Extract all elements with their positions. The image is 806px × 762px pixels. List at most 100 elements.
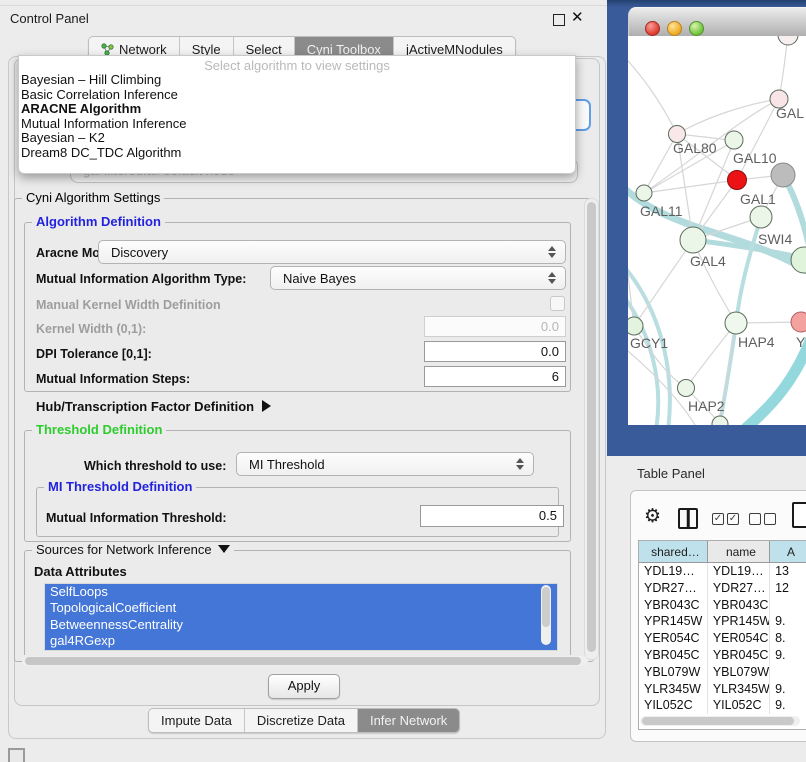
node-attribute-table[interactable]: shared…nameAYDL19…YDL19…13YDR27…YDR27…12…	[638, 540, 806, 730]
select-all-check-icon[interactable]: ✓	[727, 513, 739, 525]
mi-threshold-field[interactable]: 0.5	[420, 505, 564, 527]
float-panel-icon[interactable]	[553, 14, 565, 26]
aracne-mode-value: Discovery	[99, 245, 543, 260]
table-row[interactable]: YLR345WYLR345W9.	[639, 681, 806, 698]
zoom-window-button[interactable]	[689, 21, 704, 36]
network-icon	[101, 43, 114, 56]
attribute-item[interactable]: TopologicalCoefficient	[45, 600, 557, 616]
table-row[interactable]: YDL19…YDL19…13	[639, 563, 806, 580]
network-edge[interactable]	[628, 54, 677, 134]
deselect-all-box-icon[interactable]	[764, 513, 776, 525]
split-view-icon[interactable]	[678, 508, 698, 529]
close-window-button[interactable]	[645, 21, 660, 36]
hub-definition-toggle[interactable]: Hub/Transcription Factor Definition	[36, 399, 271, 414]
network-edge[interactable]	[634, 240, 693, 326]
settings-group-title: Cyni Algorithm Settings	[22, 190, 164, 205]
table-row[interactable]: YDR27…YDR27…12	[639, 580, 806, 597]
node-label-gal80: GAL80	[673, 140, 717, 156]
mi-threshold-label: Mutual Information Threshold:	[46, 511, 227, 525]
node-label-gal4: GAL4	[690, 253, 726, 269]
table-cell: YBR043C	[707, 597, 769, 614]
table-row[interactable]: YBR045CYBR045C9.	[639, 647, 806, 664]
hub-definition-label: Hub/Transcription Factor Definition	[36, 399, 254, 414]
manual-kernel-checkbox[interactable]	[550, 296, 565, 311]
dpi-tolerance-field[interactable]: 0.0	[424, 341, 566, 362]
table-panel-title: Table Panel	[637, 466, 705, 481]
node-right-green[interactable]	[791, 247, 806, 273]
node-hap2[interactable]	[678, 380, 695, 397]
attribute-item[interactable]: gal4RGexp	[45, 633, 557, 649]
attribute-item[interactable]: SelfLoops	[45, 584, 557, 600]
kernel-width-field: 0.0	[424, 316, 566, 337]
tab-discretize-data[interactable]: Discretize Data	[245, 709, 358, 732]
new-table-page-icon[interactable]	[792, 502, 806, 528]
table-cell: 9.	[769, 697, 806, 714]
node-gcy1[interactable]	[628, 317, 643, 335]
tab-infer-network[interactable]: Infer Network	[358, 709, 459, 732]
sources-group-title[interactable]: Sources for Network Inference	[32, 542, 234, 557]
aracne-mode-combobox[interactable]: Discovery	[98, 240, 566, 264]
table-cell: YBL079W	[707, 664, 769, 681]
mi-type-combobox[interactable]: Naive Bayes	[270, 266, 566, 290]
algorithm-option[interactable]: Bayesian – Hill Climbing	[19, 73, 575, 88]
which-threshold-combobox[interactable]: MI Threshold	[236, 452, 534, 476]
column-header-3[interactable]: A	[769, 541, 806, 563]
attribute-item[interactable]: BetweennessCentrality	[45, 617, 557, 633]
node-unlabeled-top[interactable]	[778, 36, 798, 45]
minimize-window-button[interactable]	[667, 21, 682, 36]
algorithm-option[interactable]: Bayesian – K2	[19, 131, 575, 146]
node-label-gcy1: GCY1	[630, 335, 668, 351]
mi-steps-field[interactable]: 6	[424, 366, 566, 387]
column-header-2[interactable]: name	[707, 541, 769, 563]
network-edge[interactable]	[779, 36, 788, 99]
table-cell: 12	[769, 580, 806, 597]
table-row[interactable]: YPR145WYPR145W9.	[639, 613, 806, 630]
table-row[interactable]: YBL079WYBL079W	[639, 664, 806, 681]
table-cell: YBR045C	[707, 647, 769, 664]
column-header-1[interactable]: shared…	[639, 541, 707, 563]
network-window-titlebar[interactable]	[628, 7, 806, 38]
close-panel-icon[interactable]: ✕	[571, 8, 584, 26]
table-row[interactable]: YIL052CYIL052C9.	[639, 697, 806, 714]
network-view-canvas[interactable]: GALGAL80GAL10GAL11GAL1SWI4GAL4GCY1HAP4YH…	[628, 36, 806, 425]
tab-impute-data[interactable]: Impute Data	[149, 709, 245, 732]
settings-scrollbar[interactable]	[584, 198, 599, 660]
data-attributes-list[interactable]: SelfLoopsTopologicalCoefficientBetweenne…	[44, 583, 558, 651]
node-gal11[interactable]	[636, 185, 652, 201]
expand-right-icon	[262, 400, 271, 412]
table-cell: YLR345W	[707, 681, 769, 698]
table-cell: 9.	[769, 647, 806, 664]
node-gal4[interactable]	[680, 227, 706, 253]
attributes-scrollbar[interactable]	[541, 585, 551, 645]
table-cell: YIL052C	[639, 697, 707, 714]
algorithm-option[interactable]: Mutual Information Inference	[19, 117, 575, 132]
which-threshold-label: Which threshold to use:	[84, 459, 226, 473]
table-row[interactable]: YBR043CYBR043C	[639, 597, 806, 614]
table-cell: YPR145W	[707, 613, 769, 630]
cyni-bottom-tabbar: Impute DataDiscretize Data Infer Network	[148, 708, 460, 733]
select-all-check-icon[interactable]: ✓	[712, 513, 724, 525]
node-gal1[interactable]	[750, 206, 772, 228]
algorithm-option[interactable]: Dream8 DC_TDC Algorithm	[19, 146, 575, 161]
node-salmon[interactable]	[791, 312, 806, 332]
gear-icon[interactable]: ⚙	[644, 505, 661, 528]
network-edge[interactable]	[644, 180, 737, 193]
mi-type-value: Naive Bayes	[271, 271, 543, 286]
algorithm-option[interactable]: ARACNE Algorithm	[19, 102, 575, 117]
node-gal10[interactable]	[725, 131, 743, 149]
tab-label: Infer Network	[370, 713, 447, 728]
node-gray[interactable]	[771, 163, 795, 187]
apply-button[interactable]: Apply	[268, 674, 340, 699]
table-cell: YER054C	[639, 630, 707, 647]
collapsed-panel-icon[interactable]	[8, 748, 25, 762]
algorithm-option[interactable]: Basic Correlation Inference	[19, 88, 575, 103]
algorithm-definition-title: Algorithm Definition	[32, 214, 165, 229]
table-horizontal-scrollbar[interactable]	[640, 716, 800, 726]
node-hap4[interactable]	[725, 312, 747, 334]
sources-horizontal-scrollbar[interactable]	[22, 656, 588, 666]
table-row[interactable]: YER054CYER054C8.	[639, 630, 806, 647]
node-red[interactable]	[728, 171, 747, 190]
stepper-arrows-icon	[543, 246, 565, 258]
data-attributes-label: Data Attributes	[34, 564, 127, 579]
deselect-all-box-icon[interactable]	[749, 513, 761, 525]
